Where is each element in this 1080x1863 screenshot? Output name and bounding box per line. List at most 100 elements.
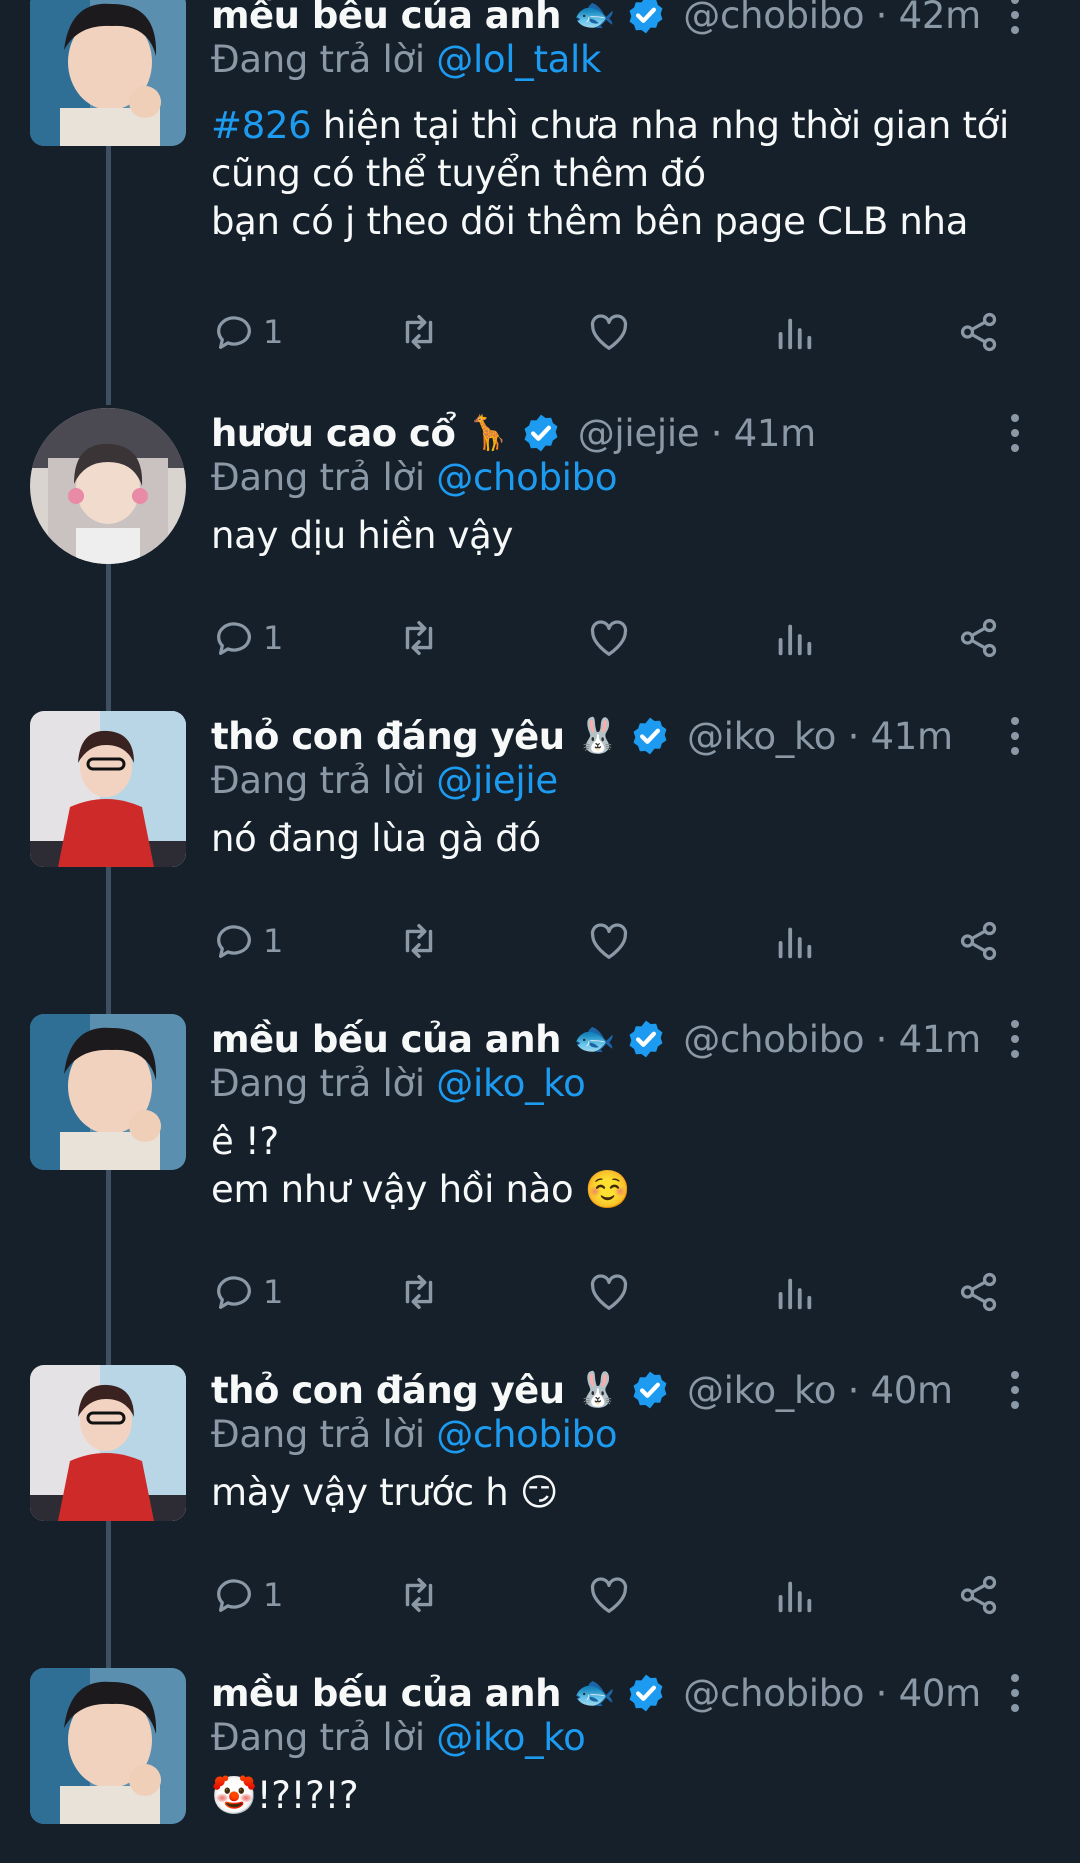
analytics-icon xyxy=(778,318,812,350)
like-button[interactable] xyxy=(586,307,632,357)
share-icon xyxy=(960,1575,997,1615)
tweet-header: thỏ con đáng yêu 🐰 @iko_ko · 41m xyxy=(211,711,953,761)
retweet-button[interactable] xyxy=(396,1570,442,1620)
handle-timestamp[interactable]: @chobibo · 40m xyxy=(683,1672,981,1715)
share-button[interactable] xyxy=(956,613,1002,663)
reply-mention[interactable]: @chobibo xyxy=(436,1413,617,1456)
heart-icon xyxy=(590,620,628,656)
tweet-header: mều bếu của anh 🐟 @chobibo · 41m xyxy=(211,1014,981,1064)
tweet-header: mều bếu của anh 🐟 @chobibo · 40m xyxy=(211,1668,981,1718)
replying-prefix: Đang trả lời xyxy=(211,38,437,81)
reply-icon xyxy=(217,1276,251,1309)
verified-badge-icon xyxy=(633,1371,667,1409)
tweet[interactable]: thỏ con đáng yêu 🐰 @iko_ko · 41m Đang tr… xyxy=(0,711,1080,1015)
avatar[interactable] xyxy=(30,1014,186,1170)
reply-button[interactable]: 1 xyxy=(211,307,283,357)
verified-badge-icon xyxy=(629,1020,663,1058)
retweet-button[interactable] xyxy=(396,1267,442,1317)
retweet-button[interactable] xyxy=(396,307,442,357)
handle-timestamp[interactable]: @jiejie · 41m xyxy=(578,412,816,455)
like-button[interactable] xyxy=(586,1267,632,1317)
hashtag[interactable]: #826 xyxy=(211,104,312,147)
reply-count: 1 xyxy=(263,1576,284,1614)
reply-button[interactable]: 1 xyxy=(211,1570,283,1620)
handle-timestamp[interactable]: @chobibo · 41m xyxy=(683,1018,981,1061)
like-button[interactable] xyxy=(586,1570,632,1620)
rabbit-emoji: 🐰 xyxy=(576,716,619,756)
handle-timestamp[interactable]: @iko_ko · 41m xyxy=(687,715,953,758)
display-name[interactable]: thỏ con đáng yêu xyxy=(211,1369,565,1412)
display-name[interactable]: mều bếu của anh xyxy=(211,0,561,37)
display-name[interactable]: thỏ con đáng yêu xyxy=(211,715,565,758)
avatar[interactable] xyxy=(30,408,186,564)
share-button[interactable] xyxy=(956,1267,1002,1317)
handle-timestamp[interactable]: @iko_ko · 40m xyxy=(687,1369,953,1412)
share-button[interactable] xyxy=(956,916,1002,966)
retweet-icon xyxy=(405,1577,433,1613)
reply-thread: mều bếu của anh 🐟 @chobibo · 42m Đang tr… xyxy=(0,0,1080,1863)
views-button[interactable] xyxy=(771,1267,817,1317)
action-bar: 1 xyxy=(211,307,1011,357)
share-button[interactable] xyxy=(956,1570,1002,1620)
heart-icon xyxy=(590,923,628,959)
avatar[interactable] xyxy=(30,1365,186,1521)
tweet-text: nay dịu hiền vậy xyxy=(211,512,513,560)
text-line: mày vậy trước h 😏 xyxy=(211,1471,559,1514)
reply-mention[interactable]: @iko_ko xyxy=(436,1062,585,1105)
handle-timestamp[interactable]: @chobibo · 42m xyxy=(683,0,981,37)
text-line: nó đang lùa gà đó xyxy=(211,817,541,860)
replying-to: Đang trả lời @chobibo xyxy=(211,456,617,499)
tweet-text: #826 hiện tại thì chưa nha nhg thời gian… xyxy=(211,102,1009,246)
tweet[interactable]: thỏ con đáng yêu 🐰 @iko_ko · 40m Đang tr… xyxy=(0,1365,1080,1669)
tweet[interactable]: hươu cao cổ 🦒 @jiejie · 41m Đang trả lời… xyxy=(0,408,1080,712)
share-button[interactable] xyxy=(956,307,1002,357)
tweet[interactable]: mều bếu của anh 🐟 @chobibo · 40m Đang tr… xyxy=(0,1668,1080,1863)
like-button[interactable] xyxy=(586,613,632,663)
more-vertical-icon[interactable] xyxy=(1008,1020,1022,1060)
analytics-icon xyxy=(778,927,812,959)
views-button[interactable] xyxy=(771,307,817,357)
reply-button[interactable]: 1 xyxy=(211,613,283,663)
more-vertical-icon[interactable] xyxy=(1008,1674,1022,1714)
retweet-icon xyxy=(405,1274,433,1310)
more-vertical-icon[interactable] xyxy=(1008,1371,1022,1411)
replying-prefix: Đang trả lời xyxy=(211,456,437,499)
share-icon xyxy=(960,921,997,961)
retweet-button[interactable] xyxy=(396,916,442,966)
retweet-button[interactable] xyxy=(396,613,442,663)
display-name[interactable]: mều bếu của anh xyxy=(211,1672,561,1715)
text-line: 🤡!?!?!? xyxy=(211,1774,359,1817)
verified-badge-icon xyxy=(629,0,663,34)
text-line: hiện tại thì chưa nha nhg thời gian tới xyxy=(311,104,1009,147)
replying-to: Đang trả lời @iko_ko xyxy=(211,1062,586,1105)
tweet[interactable]: mều bếu của anh 🐟 @chobibo · 42m Đang tr… xyxy=(0,0,1080,405)
analytics-icon xyxy=(778,1581,812,1613)
reply-button[interactable]: 1 xyxy=(211,916,283,966)
like-button[interactable] xyxy=(586,916,632,966)
replying-prefix: Đang trả lời xyxy=(211,1413,437,1456)
avatar[interactable] xyxy=(30,711,186,867)
reply-button[interactable]: 1 xyxy=(211,1267,283,1317)
reply-mention[interactable]: @chobibo xyxy=(436,456,617,499)
views-button[interactable] xyxy=(771,1570,817,1620)
heart-icon xyxy=(590,314,628,350)
tweet-header: hươu cao cổ 🦒 @jiejie · 41m xyxy=(211,408,816,458)
views-button[interactable] xyxy=(771,613,817,663)
replying-prefix: Đang trả lời xyxy=(211,759,437,802)
views-button[interactable] xyxy=(771,916,817,966)
analytics-icon xyxy=(778,1278,812,1310)
tweet[interactable]: mều bếu của anh 🐟 @chobibo · 41m Đang tr… xyxy=(0,1014,1080,1366)
reply-mention[interactable]: @jiejie xyxy=(436,759,558,802)
replying-to: Đang trả lời @iko_ko xyxy=(211,1716,586,1759)
more-vertical-icon[interactable] xyxy=(1008,717,1022,757)
text-line: em như vậy hồi nào ☺️ xyxy=(211,1168,631,1211)
display-name[interactable]: hươu cao cổ xyxy=(211,412,456,455)
reply-mention[interactable]: @lol_talk xyxy=(436,38,601,81)
reply-mention[interactable]: @iko_ko xyxy=(436,1716,585,1759)
display-name[interactable]: mều bếu của anh xyxy=(211,1018,561,1061)
more-vertical-icon[interactable] xyxy=(1008,414,1022,454)
avatar[interactable] xyxy=(30,1668,186,1824)
more-vertical-icon[interactable] xyxy=(1008,0,1022,36)
avatar[interactable] xyxy=(30,0,186,146)
verified-badge-icon xyxy=(524,414,558,452)
